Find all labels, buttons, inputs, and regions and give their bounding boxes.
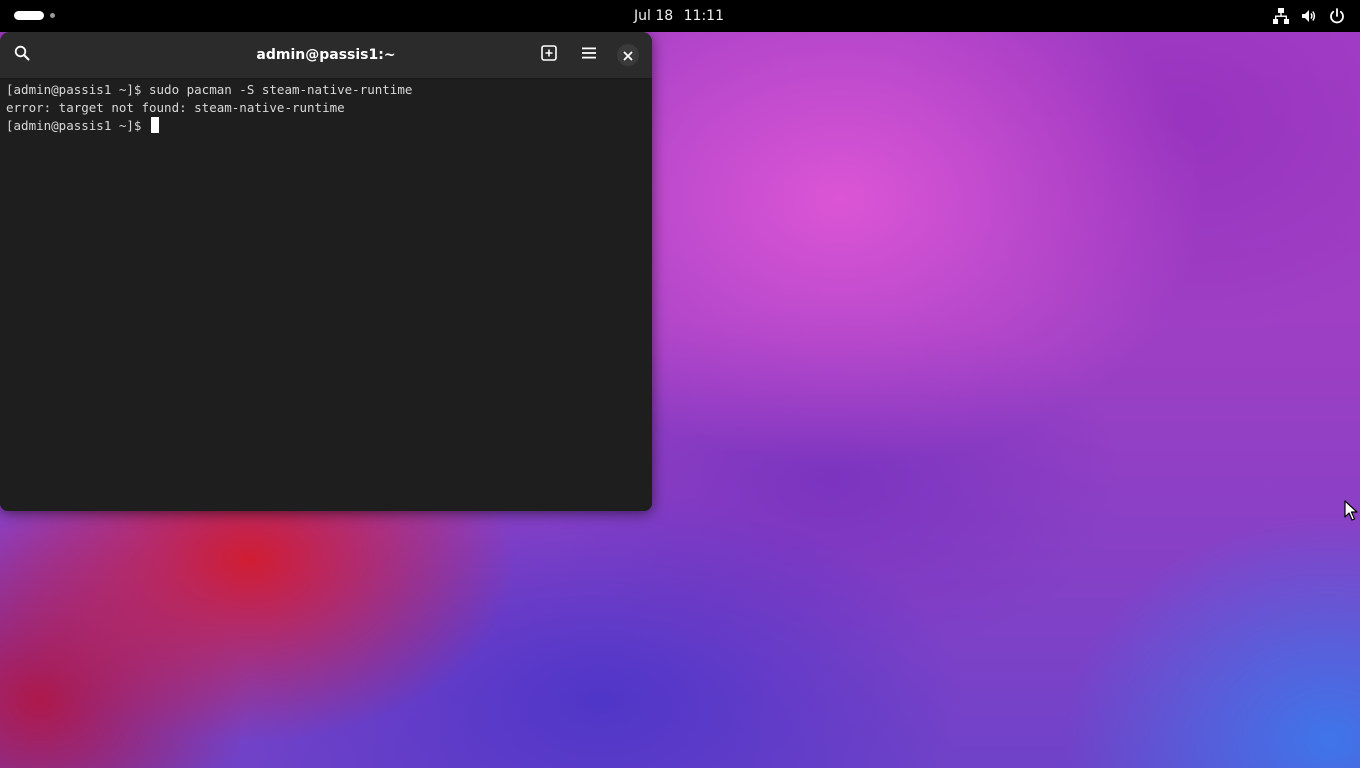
top-bar: Jul 18 11:11: [0, 0, 1360, 32]
volume-icon[interactable]: [1300, 7, 1318, 25]
clock-time: 11:11: [683, 8, 724, 24]
activities-button[interactable]: [14, 11, 55, 20]
terminal-prompt: [admin@passis1 ~]$: [6, 118, 149, 133]
terminal-output[interactable]: [admin@passis1 ~]$ sudo pacman -S steam-…: [0, 79, 652, 511]
terminal-window[interactable]: admin@passis1:~ [admin@passis1 ~]$ sudo …: [0, 32, 652, 511]
close-icon: [623, 46, 633, 65]
terminal-prompt-line[interactable]: [admin@passis1 ~]$: [6, 117, 159, 135]
desktop[interactable]: Jul 18 11:11 admin@passis1:~ [admin@pass…: [0, 0, 1360, 768]
new-tab-icon: [540, 44, 558, 66]
mouse-pointer-icon: [1344, 500, 1358, 526]
power-icon[interactable]: [1328, 7, 1346, 25]
search-button[interactable]: [8, 41, 36, 69]
system-tray[interactable]: [1272, 0, 1346, 32]
window-title: admin@passis1:~: [256, 47, 396, 63]
network-wired-icon[interactable]: [1272, 7, 1290, 25]
active-workspace-indicator: [14, 11, 44, 20]
workspace-indicator: [50, 13, 55, 18]
text-cursor: [151, 117, 159, 133]
hamburger-menu-icon: [580, 44, 598, 66]
search-icon: [14, 45, 30, 65]
close-button[interactable]: [617, 44, 639, 66]
terminal-headerbar[interactable]: admin@passis1:~: [0, 32, 652, 79]
terminal-line: error: target not found: steam-native-ru…: [6, 100, 345, 115]
main-menu-button[interactable]: [575, 41, 603, 69]
terminal-line: [admin@passis1 ~]$ sudo pacman -S steam-…: [6, 82, 413, 97]
new-tab-button[interactable]: [535, 41, 563, 69]
clock-date: Jul 18: [634, 8, 674, 24]
clock[interactable]: Jul 18 11:11: [620, 0, 738, 32]
